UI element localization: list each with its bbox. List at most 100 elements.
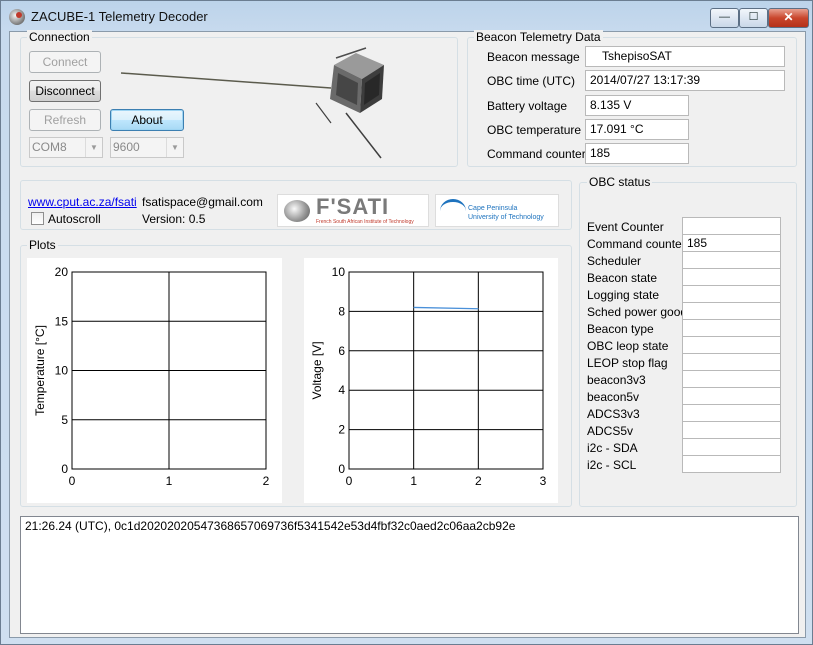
- connection-group: Connection Connect Disconnect Refresh Ab…: [20, 30, 458, 167]
- cput-logo-mark-icon: [440, 199, 466, 223]
- website-link[interactable]: www.cput.ac.za/fsati: [28, 195, 137, 209]
- cput-logo: Cape Peninsula University of Technology: [435, 194, 559, 227]
- obc-status-label: ADCS5v: [587, 424, 634, 438]
- close-button[interactable]: ✕: [768, 8, 809, 28]
- obc-status-value[interactable]: [682, 421, 781, 439]
- chart-plot-frame: [348, 271, 544, 470]
- autoscroll-label: Autoscroll: [48, 212, 101, 226]
- obc-status-label: Beacon type: [587, 322, 654, 336]
- autoscroll-checkbox[interactable]: [31, 212, 44, 225]
- chart-x-tick-label: 2: [263, 474, 270, 488]
- command-counter-label: Command counter: [487, 147, 586, 161]
- cput-logo-line1: Cape Peninsula: [468, 205, 518, 212]
- obc-temperature-label: OBC temperature: [487, 123, 582, 137]
- obc-status-value[interactable]: [682, 387, 781, 405]
- fsati-logo-text: F'SATI: [316, 194, 390, 219]
- obc-status-label: LEOP stop flag: [587, 356, 668, 370]
- obc-status-value[interactable]: [682, 302, 781, 320]
- chart-x-tick-label: 0: [69, 474, 76, 488]
- obc-status-value[interactable]: [682, 455, 781, 473]
- chart-series-line: [413, 306, 479, 310]
- client-area: Connection Connect Disconnect Refresh Ab…: [9, 30, 806, 638]
- chart-y-tick-label: 8: [338, 304, 345, 318]
- maximize-button[interactable]: ☐: [739, 8, 768, 28]
- minimize-button[interactable]: —: [710, 8, 739, 28]
- obc-status-value[interactable]: [682, 404, 781, 422]
- beacon-telemetry-group: Beacon Telemetry Data Beacon message Tsh…: [467, 30, 797, 167]
- chart-x-tick-label: 0: [346, 474, 353, 488]
- chevron-down-icon[interactable]: ▼: [85, 138, 102, 157]
- beacon-message-label: Beacon message: [487, 50, 580, 64]
- beacon-group-title: Beacon Telemetry Data: [474, 30, 603, 44]
- temperature-chart: 0 5 10 15 20 0 1 2 Temperature [°C]: [33, 265, 270, 488]
- obc-status-label: Sched power good: [587, 305, 688, 319]
- obc-status-value[interactable]: [682, 268, 781, 286]
- battery-voltage-label: Battery voltage: [487, 99, 568, 113]
- obc-status-label: Scheduler: [587, 254, 642, 268]
- obc-status-label: i2c - SDA: [587, 441, 638, 455]
- disconnect-button[interactable]: Disconnect: [29, 80, 101, 102]
- obc-status-label: i2c - SCL: [587, 458, 637, 472]
- voltage-chart: 0 2 4 6 8 10 0 1 2 3 Voltage [V]: [310, 265, 547, 488]
- cput-logo-line2: University of Technology: [468, 214, 544, 221]
- obc-status-value[interactable]: [682, 336, 781, 354]
- title-bar[interactable]: ZACUBE-1 Telemetry Decoder — ☐ ✕: [1, 1, 812, 31]
- command-counter-field[interactable]: 185: [585, 143, 689, 164]
- obc-temperature-field[interactable]: 17.091 °C: [585, 119, 689, 140]
- info-panel: www.cput.ac.za/fsati Autoscroll fsatispa…: [20, 180, 572, 230]
- chart-y-tick-label: 0: [61, 462, 68, 476]
- obc-time-label: OBC time (UTC): [487, 74, 575, 88]
- beacon-message-field[interactable]: TshepisoSAT: [585, 46, 785, 67]
- chart-y-axis-label: Voltage [V]: [310, 341, 324, 399]
- obc-status-label: Beacon state: [587, 271, 658, 285]
- chart-x-tick-label: 1: [410, 474, 417, 488]
- connect-button[interactable]: Connect: [29, 51, 101, 73]
- obc-status-label: beacon5v: [587, 390, 640, 404]
- fsati-logo-globe-icon: [284, 200, 310, 222]
- chart-y-tick-label: 20: [55, 265, 69, 279]
- obc-status-value[interactable]: [682, 319, 781, 337]
- connection-group-title: Connection: [27, 30, 92, 44]
- obc-status-value[interactable]: [682, 353, 781, 371]
- telemetry-log[interactable]: 21:26.24 (UTC), 0c1d20202020547368657069…: [20, 516, 799, 634]
- log-line: 21:26.24 (UTC), 0c1d20202020547368657069…: [25, 519, 516, 533]
- chart-x-tick-label: 1: [166, 474, 173, 488]
- plots-group: Plots 0 5 10 15 20 0 1 2 Temperature [°C] 024681…: [20, 238, 572, 507]
- email-text: fsatispace@gmail.com: [142, 195, 263, 209]
- chart-x-tick-label: 3: [540, 474, 547, 488]
- chart-y-tick-label: 2: [338, 423, 345, 437]
- obc-status-value[interactable]: [682, 285, 781, 303]
- obc-status-label: ADCS3v3: [587, 407, 640, 421]
- obc-status-label: OBC leop state: [587, 339, 669, 353]
- com-port-value: COM8: [32, 140, 67, 154]
- cubesat-illustration: [120, 47, 384, 159]
- app-window: ZACUBE-1 Telemetry Decoder — ☐ ✕ Connect…: [0, 0, 813, 645]
- obc-status-value[interactable]: [682, 370, 781, 388]
- obc-status-value[interactable]: [682, 438, 781, 456]
- chart-x-tick-label: 2: [475, 474, 482, 488]
- obc-status-value[interactable]: 185: [682, 234, 781, 252]
- obc-status-label: beacon3v3: [587, 373, 646, 387]
- fsati-logo-subtitle: French South African Institute of Techno…: [316, 219, 414, 225]
- chart-y-tick-label: 4: [338, 383, 345, 397]
- chart-y-tick-label: 6: [338, 344, 345, 358]
- obc-status-label: Command counter: [587, 237, 686, 251]
- obc-time-field[interactable]: 2014/07/27 13:17:39: [585, 70, 785, 91]
- chart-y-tick-label: 10: [55, 364, 69, 378]
- plots-group-title: Plots: [27, 238, 58, 252]
- temperature-plot: 0 5 10 15 20 0 1 2 Temperature [°C]: [27, 258, 282, 503]
- voltage-plot: 0 2 4 6 8 10 0 1 2 3 Voltage [V]: [304, 258, 558, 503]
- version-text: Version: 0.5: [142, 212, 206, 226]
- satellite-app-icon: [9, 9, 25, 25]
- chart-y-tick-label: 0: [338, 462, 345, 476]
- com-port-select[interactable]: COM8 ▼: [29, 137, 103, 158]
- chart-y-axis-label: Temperature [°C]: [33, 325, 47, 416]
- obc-status-group: OBC status Event Counter Command counter 1…: [579, 175, 797, 507]
- obc-status-label: Event Counter: [587, 220, 664, 234]
- obc-status-value[interactable]: [682, 251, 781, 269]
- battery-voltage-field[interactable]: 8.135 V: [585, 95, 689, 116]
- refresh-button[interactable]: Refresh: [29, 109, 101, 131]
- chart-y-tick-label: 5: [61, 413, 68, 427]
- chart-y-tick-label: 15: [55, 314, 69, 328]
- obc-status-value[interactable]: [682, 217, 781, 235]
